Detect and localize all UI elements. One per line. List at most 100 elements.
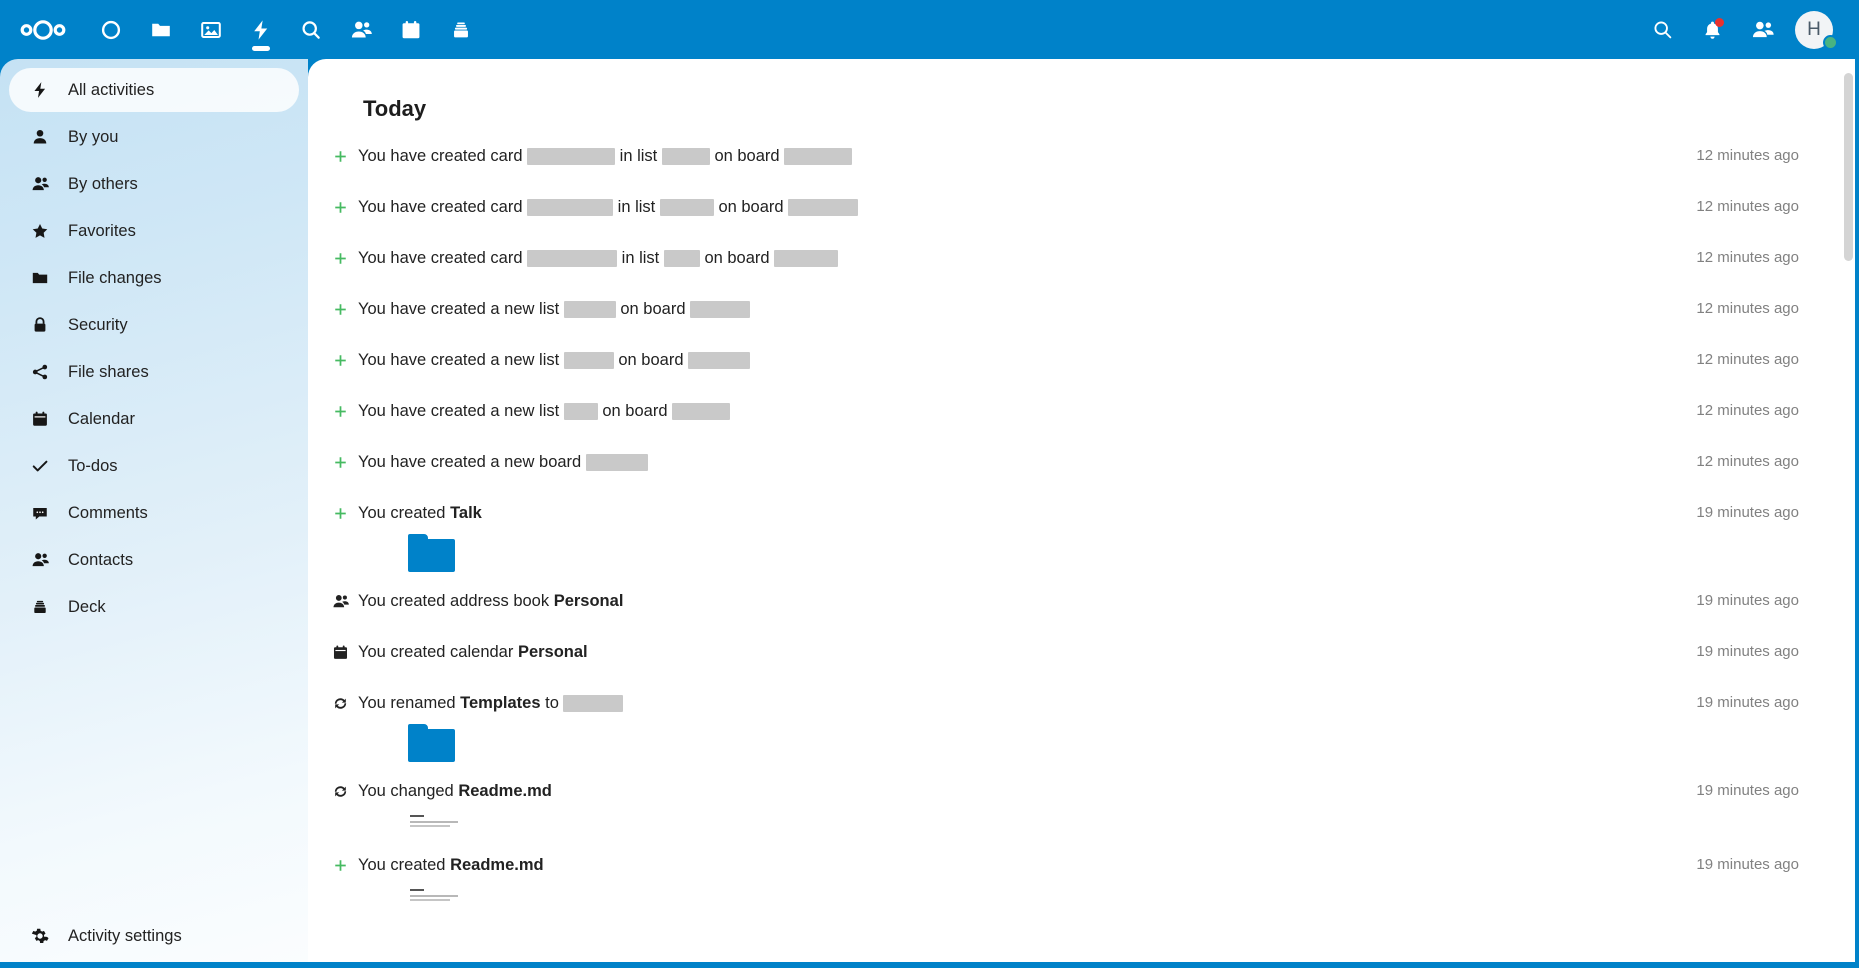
nav-app-activity[interactable] — [236, 0, 286, 59]
activity-body: You have created card in list on board — [358, 186, 1677, 224]
activity-timestamp: 19 minutes ago — [1696, 643, 1799, 660]
user-icon — [30, 127, 50, 147]
avatar[interactable]: H — [1787, 0, 1841, 59]
nav-app-deck-app[interactable] — [436, 0, 486, 59]
nav-app-contacts-app[interactable] — [336, 0, 386, 59]
avatar-online-status — [1823, 35, 1838, 50]
plus-icon — [330, 401, 350, 421]
bell-icon[interactable] — [1687, 0, 1737, 59]
activity-row[interactable]: You created Talk 19 minutes ago — [308, 492, 1859, 580]
window-bottom-edge — [0, 962, 1859, 968]
nav-app-dashboard[interactable] — [86, 0, 136, 59]
sidebar-item-label: File shares — [68, 362, 149, 381]
activity-body: You have created a new list on board — [358, 288, 1677, 326]
activity-subject: You created calendar Personal — [358, 635, 1677, 669]
redacted-value — [527, 147, 616, 165]
activity-row[interactable]: You changed Readme.md 19 minutes ago — [308, 770, 1859, 844]
sidebar-item-by-you[interactable]: By you — [9, 115, 299, 159]
calendar-icon — [30, 409, 50, 429]
sidebar-item-label: All activities — [68, 80, 155, 99]
nav-app-files[interactable] — [136, 0, 186, 59]
activity-row[interactable]: You have created a new list on board 12 … — [308, 288, 1859, 339]
redacted-value — [661, 147, 710, 165]
activity-body: You have created card in list on board — [358, 237, 1677, 275]
activity-body: You created Talk — [358, 492, 1677, 580]
document-preview-thumbnail — [408, 886, 462, 910]
sidebar-item-to-dos[interactable]: To-dos — [9, 444, 299, 488]
activity-text: on board — [613, 351, 689, 369]
activity-row[interactable]: You have created card in list on board 1… — [308, 237, 1859, 288]
sidebar-item-file-shares[interactable]: File shares — [9, 350, 299, 394]
activity-timestamp: 12 minutes ago — [1696, 198, 1799, 215]
activity-timestamp: 19 minutes ago — [1696, 856, 1799, 873]
plus-icon — [330, 146, 350, 166]
nav-app-calendar-app[interactable] — [386, 0, 436, 59]
sidebar-item-label: File changes — [68, 268, 162, 287]
activity-object-name: Templates — [460, 694, 541, 712]
activity-subject: You have created a new list on board — [358, 343, 1677, 377]
activity-timestamp: 19 minutes ago — [1696, 592, 1799, 609]
sidebar-item-deck[interactable]: Deck — [9, 585, 299, 629]
activity-text: to — [540, 694, 564, 712]
activity-body: You have created a new list on board — [358, 390, 1677, 428]
header-right-menu: H — [1637, 0, 1859, 59]
sidebar-item-file-changes[interactable]: File changes — [9, 256, 299, 300]
activity-row[interactable]: You created Readme.md 19 minutes ago — [308, 844, 1859, 918]
activity-row[interactable]: You have created a new board 12 minutes … — [308, 441, 1859, 492]
activity-body: You created calendar Personal — [358, 631, 1677, 669]
plus-icon — [330, 299, 350, 319]
activity-text: You have created a new board — [358, 453, 586, 471]
search-icon[interactable] — [1637, 0, 1687, 59]
sidebar-item-favorites[interactable]: Favorites — [9, 209, 299, 253]
activity-text: on board — [699, 249, 775, 267]
activity-scroll-area[interactable]: Today You have created card in list on b… — [308, 59, 1859, 968]
sidebar-item-comments[interactable]: Comments — [9, 491, 299, 535]
activity-row[interactable]: You renamed Templates to 19 minutes ago — [308, 682, 1859, 770]
activity-text: on board — [597, 402, 673, 420]
activity-text: You have created card — [358, 249, 528, 267]
sidebar-item-label: Security — [68, 315, 128, 334]
activity-preview[interactable] — [358, 530, 1677, 580]
activity-row[interactable]: You created calendar Personal 19 minutes … — [308, 631, 1859, 682]
activity-row[interactable]: You have created card in list on board 1… — [308, 186, 1859, 237]
scrollbar-thumb[interactable] — [1844, 73, 1853, 261]
activity-preview[interactable] — [358, 882, 1677, 918]
activity-body: You renamed Templates to — [358, 682, 1677, 770]
activity-row[interactable]: You created address book Personal 19 minu… — [308, 580, 1859, 631]
nextcloud-logo[interactable] — [0, 0, 86, 59]
activity-timestamp: 12 minutes ago — [1696, 249, 1799, 266]
activity-text: You created — [358, 504, 451, 522]
notification-badge — [1715, 18, 1724, 27]
activity-text: You have created a new list — [358, 300, 564, 318]
plus-icon — [330, 350, 350, 370]
activity-text: You created calendar — [358, 643, 518, 661]
sidebar-item-calendar[interactable]: Calendar — [9, 397, 299, 441]
activity-body: You have created a new list on board — [358, 339, 1677, 377]
activity-subject: You renamed Templates to — [358, 686, 1677, 720]
lightning-bolt-icon — [250, 19, 272, 41]
activity-row[interactable]: You have created card in list on board 1… — [308, 135, 1859, 186]
activity-preview[interactable] — [358, 808, 1677, 844]
sidebar-item-activity-settings[interactable]: Activity settings — [9, 914, 299, 958]
gear-icon — [30, 926, 50, 946]
sidebar-item-label: Calendar — [68, 409, 135, 428]
activity-timestamp: 12 minutes ago — [1696, 351, 1799, 368]
sidebar-item-by-others[interactable]: By others — [9, 162, 299, 206]
nav-app-photos[interactable] — [186, 0, 236, 59]
redacted-value — [585, 453, 648, 471]
sidebar-item-label: Favorites — [68, 221, 136, 240]
activity-row[interactable]: You have created a new list on board 12 … — [308, 339, 1859, 390]
activity-row[interactable]: You have created a new list on board 12 … — [308, 390, 1859, 441]
plus-icon — [330, 248, 350, 268]
contacts-menu-icon[interactable] — [1737, 0, 1787, 59]
activity-preview[interactable] — [358, 720, 1677, 770]
app-content: Today You have created card in list on b… — [308, 59, 1859, 968]
sidebar-item-contacts[interactable]: Contacts — [9, 538, 299, 582]
scrollbar[interactable] — [1844, 59, 1853, 968]
nav-active-indicator — [252, 46, 270, 51]
sidebar-item-label: By you — [68, 127, 119, 146]
sidebar-item-security[interactable]: Security — [9, 303, 299, 347]
nav-app-search-app[interactable] — [286, 0, 336, 59]
sidebar-item-all-activities[interactable]: All activities — [9, 68, 299, 112]
contacts-icon — [30, 550, 50, 570]
